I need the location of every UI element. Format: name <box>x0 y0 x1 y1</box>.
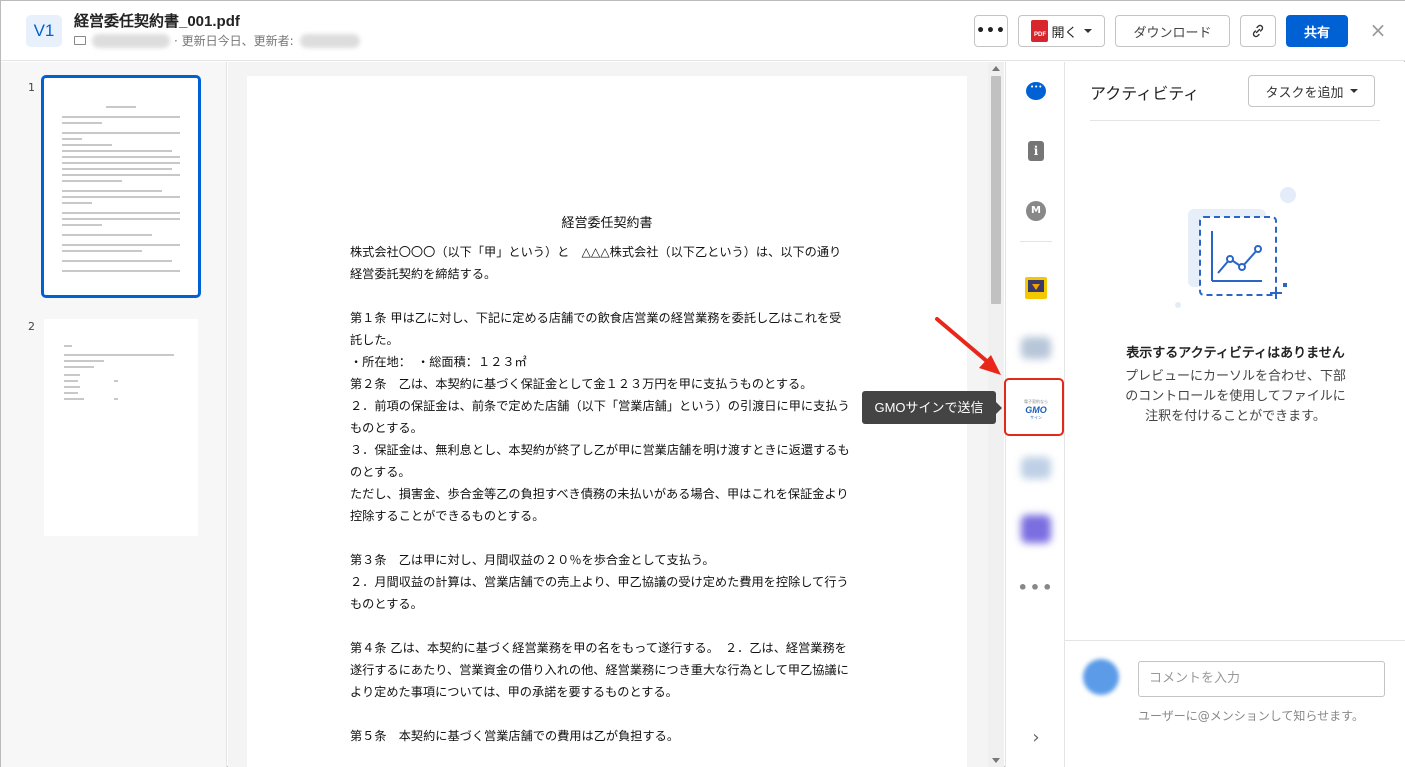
gmo-send-tooltip: GMOサインで送信 <box>862 391 1002 424</box>
document-line: ものとする。 <box>350 597 423 611</box>
rail-divider <box>1020 241 1052 242</box>
scroll-down-icon[interactable] <box>992 758 1000 763</box>
open-button[interactable]: PDF 開く <box>1018 15 1105 47</box>
chevron-down-icon <box>1083 29 1092 33</box>
document-line: 株式会社〇〇〇（以下「甲」という）と △△△株式会社（以下乙という）は、以下の通… <box>350 245 842 259</box>
document-line: ただし、損害金、歩合金等乙の負担すべき債務の未払いがある場合、甲はこれを保証金よ… <box>350 487 849 501</box>
more-options-button[interactable]: ••• <box>974 15 1008 47</box>
document-line: 第５条 本契約に基づく営業店舗での費用は乙が負担する。 <box>350 729 680 743</box>
preview-header: V1 経営委任契約書_001.pdf · 更新日今日、更新者: ••• PDF … <box>1 1 1405 61</box>
mention-hint: ユーザーに@メンションして知らせます。 <box>1138 709 1364 723</box>
blurred-app-icon <box>1021 457 1051 479</box>
version-badge[interactable]: V1 <box>26 15 62 47</box>
app-integration-1[interactable] <box>1006 277 1066 299</box>
document-line: より定めた事項については、甲の承諾を要するものとする。 <box>350 685 678 699</box>
document-line: ものとする。 <box>350 421 423 435</box>
thumbnail-number: 1 <box>28 81 35 94</box>
share-button[interactable]: 共有 <box>1286 15 1348 47</box>
document-line: ３．保証金は、無利息とし、本契約が終了し乙が甲に営業店舗を明け渡すときに返還する… <box>350 443 850 457</box>
panel-divider <box>1090 120 1380 121</box>
activity-tab[interactable] <box>1006 80 1066 102</box>
document-line: 第２条 乙は、本契約に基づく保証金として金１２３万円を甲に支払うものとする。 <box>350 377 813 391</box>
close-icon[interactable]: × <box>1367 19 1389 41</box>
copy-link-button[interactable] <box>1240 15 1276 47</box>
empty-state-title: 表示するアクティビティはありません <box>1126 346 1345 361</box>
highlight-box <box>1004 378 1064 436</box>
app-integration-5[interactable] <box>1006 514 1066 544</box>
more-apps-button[interactable]: ••• <box>1006 576 1066 598</box>
thumbnail-page-2[interactable] <box>44 319 198 536</box>
open-label: 開く <box>1051 25 1078 41</box>
chevron-down-icon <box>1349 89 1358 93</box>
scroll-up-icon[interactable] <box>992 66 1000 71</box>
document-line: 第３条 乙は甲に対し、月間収益の２０％を歩合金として支払う。 <box>350 553 715 567</box>
chat-bubble-icon <box>1026 82 1046 100</box>
blurred-app-icon <box>1021 337 1051 359</box>
avatar <box>1083 659 1119 695</box>
empty-activity-illustration <box>1175 187 1296 308</box>
document-page: 経営委任契約書 株式会社〇〇〇（以下「甲」という）と △△△株式会社（以下乙とい… <box>247 76 967 767</box>
panel-title: アクティビティ <box>1090 84 1200 103</box>
updater-redacted <box>299 33 360 48</box>
info-icon: i <box>1028 141 1044 161</box>
folder-icon[interactable] <box>74 36 86 45</box>
document-line: 第１条 甲は乙に対し、下記に定める店舗での飲食店営業の経営業務を委託し乙はこれを… <box>350 311 842 325</box>
document-line: のとする。 <box>350 465 411 479</box>
file-meta: · 更新日今日、更新者: <box>74 32 360 49</box>
link-icon <box>1252 24 1264 38</box>
app-integration-2[interactable] <box>1006 336 1066 360</box>
app-integration-4[interactable] <box>1006 456 1066 480</box>
updated-info: · 更新日今日、更新者: <box>174 34 294 48</box>
download-button[interactable]: ダウンロード <box>1115 15 1230 47</box>
thumbnail-page-1[interactable] <box>41 75 201 298</box>
add-task-label: タスクを追加 <box>1265 85 1344 101</box>
document-line: 経営委託契約を締結する。 <box>350 267 497 281</box>
document-line: ・所在地： ・総面積：１２３㎡ <box>350 355 527 369</box>
document-line: 控除することができるものとする。 <box>350 509 545 523</box>
add-task-button[interactable]: タスクを追加 <box>1248 75 1375 107</box>
details-tab[interactable]: i <box>1006 140 1066 162</box>
comment-input[interactable]: コメントを入力 <box>1138 661 1385 697</box>
document-line: 第４条 乙は、本契約に基づく経営業務を甲の名をもって遂行する。 ２．乙は、経営業… <box>350 641 847 655</box>
pdf-icon: PDF <box>1031 20 1049 42</box>
metadata-icon: M <box>1026 201 1046 221</box>
collapse-sidebar-button[interactable]: › <box>1006 724 1066 750</box>
thumbnail-sidebar: 1 2 <box>1 62 227 767</box>
more-icon: ••• <box>1017 577 1055 597</box>
file-name: 経営委任契約書_001.pdf <box>74 13 240 30</box>
empty-state-description: プレビューにカーソルを合わせ、下部のコントロールを使用してファイルに注釈を付ける… <box>1124 369 1346 424</box>
annotation-arrow <box>935 317 1001 375</box>
download-app-icon <box>1025 277 1047 299</box>
scroll-thumb[interactable] <box>991 76 1001 304</box>
chevron-right-icon: › <box>1032 726 1040 748</box>
metadata-tab[interactable]: M <box>1006 200 1066 222</box>
comment-composer: コメントを入力 ユーザーに@メンションして知らせます。 <box>1065 640 1405 767</box>
thumbnail-number: 2 <box>28 320 35 333</box>
document-line: 託した。 <box>350 333 399 347</box>
document-line: ２．月間収益の計算は、営業店舗での売上より、甲乙協議の受け定めた費用を控除して行… <box>350 575 849 589</box>
blurred-app-icon <box>1021 515 1051 543</box>
folder-path-redacted[interactable] <box>92 33 170 48</box>
document-line: 遂行するにあたり、営業資金の借り入れの他、経営業務につき重大な行為として甲乙協議… <box>350 663 849 677</box>
document-title: 経営委任契約書 <box>561 216 653 231</box>
activity-panel: アクティビティ タスクを追加 表示するアクティビティはありません プレビューにカ… <box>1065 62 1405 767</box>
document-line: ２．前項の保証金は、前条で定めた店舗（以下「営業店舗」という）の引渡日に甲に支払… <box>350 399 850 413</box>
